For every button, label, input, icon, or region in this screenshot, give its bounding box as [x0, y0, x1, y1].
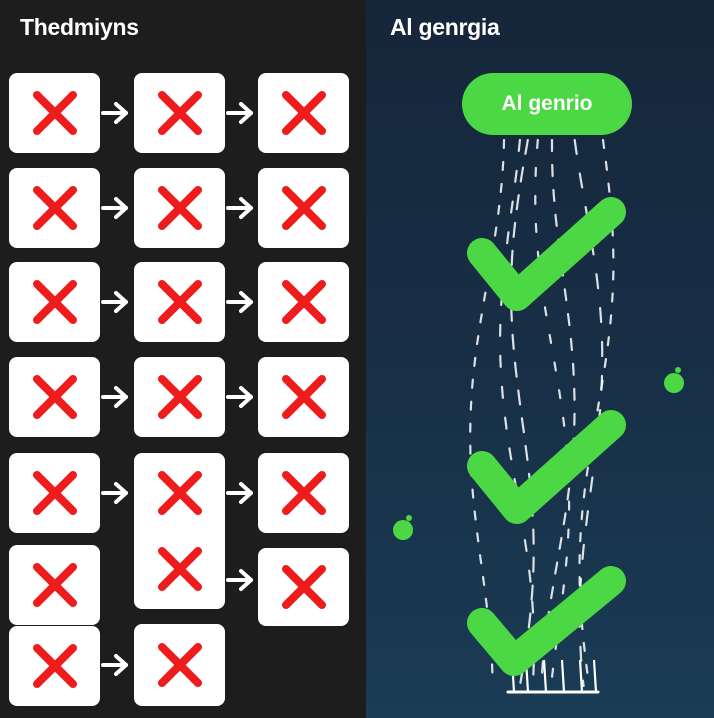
stream-base-tick — [578, 659, 584, 693]
failure-card — [258, 357, 349, 437]
x-mark-icon — [157, 186, 202, 230]
left-panel: Thedmiyns — [0, 0, 366, 718]
x-mark-icon — [32, 644, 77, 688]
stream-line — [469, 138, 506, 688]
x-mark-icon — [281, 280, 326, 324]
x-mark-icon — [281, 186, 326, 230]
x-mark-icon — [157, 375, 202, 419]
failure-card — [9, 545, 100, 625]
arrow-right-icon — [101, 102, 128, 124]
failure-card — [258, 262, 349, 342]
arrow-right-icon — [226, 482, 253, 504]
arrow-right-icon — [226, 291, 253, 313]
flow-arrow — [226, 195, 256, 221]
x-mark-icon — [32, 186, 77, 230]
left-panel-title: Thedmiyns — [20, 14, 139, 40]
failure-card — [134, 453, 225, 609]
flow-arrow — [101, 195, 131, 221]
flow-arrow — [101, 100, 131, 126]
stream-line — [510, 138, 535, 688]
x-mark-icon — [32, 280, 77, 324]
stream-line — [540, 138, 576, 688]
x-mark-icon — [157, 91, 202, 135]
ai-pill-button[interactable]: Al genrio — [462, 73, 632, 135]
arrow-right-icon — [101, 482, 128, 504]
stream-line — [573, 138, 604, 688]
x-mark-icon — [281, 471, 326, 515]
failure-card — [134, 73, 225, 153]
flow-arrow — [101, 652, 131, 678]
failure-card — [258, 548, 349, 626]
failure-card — [9, 73, 100, 153]
flow-arrow — [226, 567, 256, 593]
failure-card — [134, 168, 225, 248]
x-mark-icon — [281, 375, 326, 419]
flow-arrow — [226, 480, 256, 506]
x-mark-icon — [32, 563, 77, 607]
failure-card — [134, 262, 225, 342]
stream-base-tick — [560, 659, 566, 693]
arrow-right-icon — [101, 386, 128, 408]
flow-arrow — [226, 100, 256, 126]
arrow-right-icon — [226, 386, 253, 408]
failure-card — [134, 357, 225, 437]
arrow-right-icon — [101, 654, 128, 676]
arrow-right-icon — [101, 291, 128, 313]
stream-base-tick — [524, 659, 530, 693]
failure-card — [9, 453, 100, 533]
x-mark-icon — [157, 280, 202, 324]
stream-base-tick — [592, 659, 598, 693]
failure-card — [9, 357, 100, 437]
arrow-right-icon — [101, 197, 128, 219]
stream-base-tick — [510, 659, 516, 693]
failure-card — [134, 624, 225, 706]
failure-card — [258, 453, 349, 533]
stream-line — [578, 138, 615, 688]
x-mark-icon — [32, 91, 77, 135]
x-mark-icon — [157, 471, 202, 515]
flow-arrow — [226, 384, 256, 410]
flow-arrow — [101, 480, 131, 506]
arrow-right-icon — [226, 102, 253, 124]
x-mark-icon — [157, 643, 202, 687]
failure-card — [258, 168, 349, 248]
stream-line — [534, 138, 571, 688]
x-mark-icon — [32, 471, 77, 515]
failure-card — [258, 73, 349, 153]
failure-card — [9, 626, 100, 706]
x-mark-icon — [281, 565, 326, 609]
flow-arrow — [226, 289, 256, 315]
flow-arrow — [101, 384, 131, 410]
x-mark-icon — [32, 375, 77, 419]
flow-arrow — [101, 289, 131, 315]
failure-card — [9, 168, 100, 248]
stream-base-tick — [542, 659, 548, 693]
x-mark-icon — [281, 91, 326, 135]
arrow-right-icon — [226, 569, 253, 591]
arrow-right-icon — [226, 197, 253, 219]
stream-line — [499, 138, 536, 688]
failure-card — [9, 262, 100, 342]
x-mark-icon — [157, 547, 202, 591]
